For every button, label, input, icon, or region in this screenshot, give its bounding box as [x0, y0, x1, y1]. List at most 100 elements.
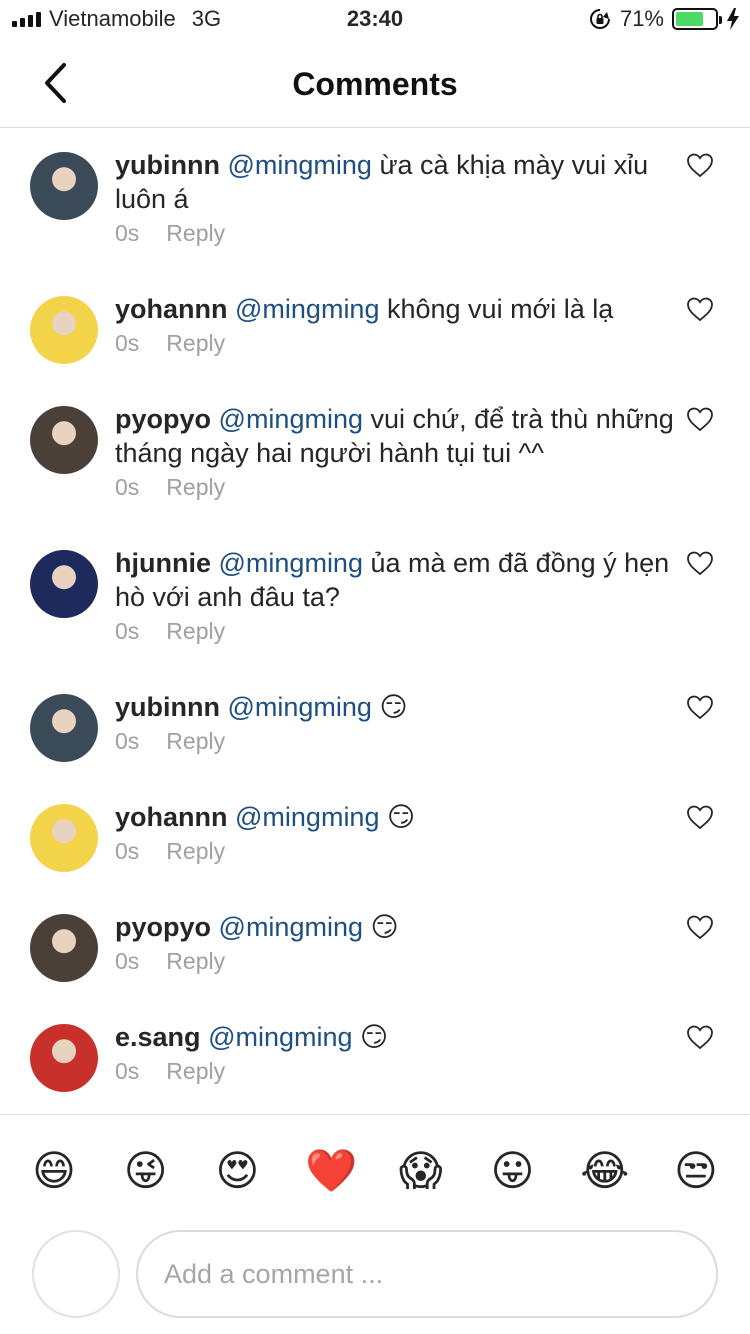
comment-body: yohannn @mingming 😏 0s Reply: [115, 800, 415, 890]
emoji-shortcut[interactable]: 😱: [397, 1147, 445, 1195]
reply-button[interactable]: Reply: [166, 220, 225, 247]
emoji-shortcut[interactable]: ❤️: [305, 1147, 357, 1195]
avatar[interactable]: [30, 152, 98, 220]
avatar[interactable]: [30, 1024, 98, 1092]
reply-button[interactable]: Reply: [166, 838, 225, 865]
comment-username[interactable]: hjunnie: [115, 548, 211, 578]
comment-username[interactable]: yohannn: [115, 802, 228, 832]
comment-username[interactable]: yubinnn: [115, 692, 220, 722]
comment-mention[interactable]: @mingming: [228, 692, 372, 722]
comment-time: 0s: [115, 838, 140, 864]
comment-time: 0s: [115, 948, 140, 974]
comment-body: pyopyo @mingming vui chứ, để trà thù nhữ…: [115, 402, 674, 526]
reply-button[interactable]: Reply: [166, 474, 225, 501]
composer-row: [0, 1230, 750, 1320]
heart-icon[interactable]: [686, 1024, 714, 1050]
avatar[interactable]: [30, 804, 98, 872]
avatar[interactable]: [30, 914, 98, 982]
reply-button[interactable]: Reply: [166, 330, 225, 357]
comment-meta: 0s Reply: [115, 948, 399, 975]
comment-message: 😏: [379, 692, 408, 722]
avatar[interactable]: [30, 550, 98, 618]
comment-mention[interactable]: @mingming: [208, 1022, 352, 1052]
comment-message: 😏: [386, 802, 416, 832]
reply-button[interactable]: Reply: [166, 728, 225, 755]
comment-meta: 0s Reply: [115, 220, 674, 247]
comment-username[interactable]: yohannn: [115, 294, 228, 324]
comment-item: hjunnie @mingming ủa mà em đã đồng ý hẹn…: [0, 526, 750, 670]
emoji-shortcut[interactable]: 😄: [30, 1147, 78, 1195]
comment-body: pyopyo @mingming 😏 0s Reply: [115, 910, 399, 1000]
emoji-shortcut[interactable]: 😜: [122, 1147, 170, 1195]
comments-list[interactable]: yubinnn @mingming ừa cà khịa mày vui xỉu…: [0, 128, 750, 1114]
comment-text: yohannn @mingming 😏: [115, 800, 415, 834]
heart-icon[interactable]: [686, 152, 714, 178]
comment-mention[interactable]: @mingming: [219, 548, 363, 578]
comment-mention[interactable]: @mingming: [235, 802, 379, 832]
emoji-shortcut[interactable]: 😒: [672, 1147, 720, 1195]
heart-icon[interactable]: [686, 694, 714, 720]
comment-username[interactable]: pyopyo: [115, 912, 211, 942]
comment-item: yubinnn @mingming 😏 0s Reply: [0, 670, 750, 780]
reply-button[interactable]: Reply: [166, 948, 225, 975]
comment-time: 0s: [115, 1058, 140, 1084]
battery-fill: [676, 12, 703, 26]
comment-text: yubinnn @mingming ừa cà khịa mày vui xỉu…: [115, 148, 674, 216]
comment-text: yohannn @mingming không vui mới là lạ: [115, 292, 613, 326]
comment-mention[interactable]: @mingming: [228, 150, 372, 180]
comment-time: 0s: [115, 474, 140, 500]
heart-icon[interactable]: [686, 914, 714, 940]
comment-time: 0s: [115, 728, 140, 754]
charging-bolt-icon: [727, 8, 739, 30]
avatar[interactable]: [30, 406, 98, 474]
comment-item: e.sang @mingming 😏 0s Reply: [0, 1000, 750, 1110]
comment-username[interactable]: yubinnn: [115, 150, 220, 180]
comment-body: yubinnn @mingming 😏 0s Reply: [115, 690, 408, 780]
user-avatar: [32, 1230, 120, 1318]
comment-text: yubinnn @mingming 😏: [115, 690, 408, 724]
comment-meta: 0s Reply: [115, 838, 415, 865]
comment-item: yohannn @mingming 😏 0s Reply: [0, 780, 750, 890]
comment-text: pyopyo @mingming 😏: [115, 910, 399, 944]
avatar[interactable]: [30, 296, 98, 364]
page-title: Comments: [292, 66, 458, 102]
heart-icon[interactable]: [686, 296, 714, 322]
comment-body: yohannn @mingming không vui mới là lạ 0s R…: [115, 292, 613, 382]
emoji-shortcut[interactable]: 😍: [213, 1147, 261, 1195]
comment-body: hjunnie @mingming ủa mà em đã đồng ý hẹn…: [115, 546, 674, 670]
comment-meta: 0s Reply: [115, 474, 674, 501]
comment-item: pyopyo @mingming vui chứ, để trà thù nhữ…: [0, 382, 750, 526]
back-button[interactable]: [30, 58, 80, 108]
battery-icon: [672, 8, 722, 30]
heart-icon[interactable]: [686, 406, 714, 432]
comment-mention[interactable]: @mingming: [219, 404, 363, 434]
header: Comments: [0, 40, 750, 128]
emoji-shortcut[interactable]: 😛: [489, 1147, 537, 1195]
chevron-left-icon: [45, 63, 66, 103]
reply-button[interactable]: Reply: [166, 618, 225, 645]
comment-username[interactable]: pyopyo: [115, 404, 211, 434]
reply-button[interactable]: Reply: [166, 1058, 225, 1085]
comment-text: hjunnie @mingming ủa mà em đã đồng ý hẹn…: [115, 546, 674, 614]
comment-mention[interactable]: @mingming: [235, 294, 379, 324]
comment-message: không vui mới là lạ: [386, 294, 614, 324]
comment-item: yohannn @mingming không vui mới là lạ 0s R…: [0, 272, 750, 382]
status-bar: Vietnamobile 3G 23:40 71%: [0, 0, 750, 40]
comment-mention[interactable]: @mingming: [219, 912, 363, 942]
comment-username[interactable]: e.sang: [115, 1022, 201, 1052]
battery-percent: 71%: [619, 6, 664, 31]
comment-message: 😏: [370, 912, 399, 942]
comment-text: pyopyo @mingming vui chứ, để trà thù nhữ…: [115, 402, 674, 470]
comment-time: 0s: [115, 330, 140, 356]
battery-tip: [719, 16, 722, 24]
comment-text: e.sang @mingming 😏: [115, 1020, 388, 1054]
heart-icon[interactable]: [686, 550, 714, 576]
comment-item: pyopyo @mingming 😏 0s Reply: [0, 890, 750, 1000]
emoji-shortcut[interactable]: 😂: [580, 1147, 629, 1195]
heart-icon[interactable]: [686, 804, 714, 830]
avatar[interactable]: [30, 694, 98, 762]
comment-input[interactable]: [136, 1230, 718, 1318]
emoji-bar: 😄 😜 😍 ❤️ 😱 😛 😂 😒: [0, 1114, 750, 1226]
comment-meta: 0s Reply: [115, 728, 408, 755]
comment-body: yubinnn @mingming ừa cà khịa mày vui xỉu…: [115, 148, 674, 272]
